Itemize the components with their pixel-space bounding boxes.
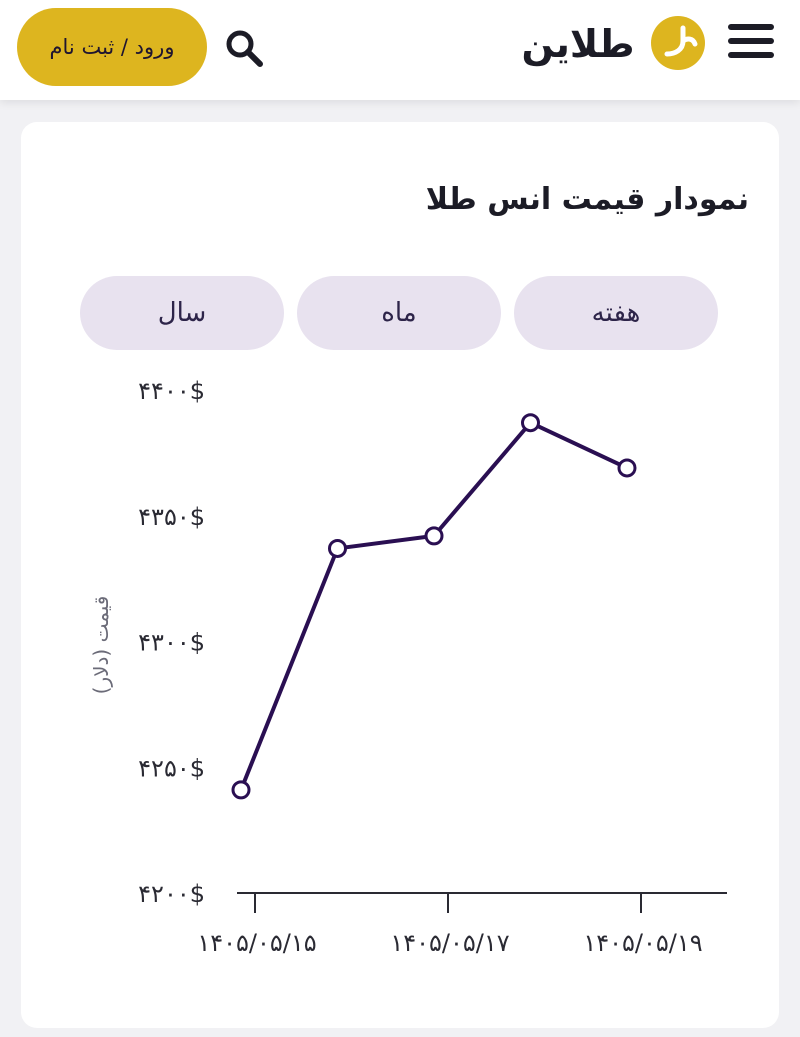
- gold-price-line-chart: ۴۴۰۰$ ۴۳۵۰$ ۴۳۰۰$ ۴۲۵۰$ ۴۲۰۰$ قیمت (دلار) ۱۴۰۵…: [89, 377, 727, 957]
- y-tick-label: ۴۲۰۰$: [138, 880, 205, 908]
- data-point: [231, 780, 251, 800]
- data-point: [424, 526, 444, 546]
- x-tick-label: ۱۴۰۵/۰۵/۱۹: [583, 929, 702, 957]
- data-point: [617, 458, 637, 478]
- data-point: [521, 413, 540, 433]
- y-tick-label: ۴۴۰۰$: [138, 377, 205, 405]
- x-tick-label: ۱۴۰۵/۰۵/۱۷: [390, 929, 509, 957]
- y-tick-label: ۴۳۰۰$: [138, 629, 205, 657]
- x-tick-label: ۱۴۰۵/۰۵/۱۵: [197, 929, 316, 957]
- y-tick-label: ۴۲۵۰$: [138, 754, 205, 782]
- price-series-line: [239, 420, 628, 791]
- y-axis-label: قیمت (دلار): [89, 596, 113, 695]
- data-point: [328, 538, 347, 558]
- y-tick-label: ۴۳۵۰$: [138, 503, 205, 531]
